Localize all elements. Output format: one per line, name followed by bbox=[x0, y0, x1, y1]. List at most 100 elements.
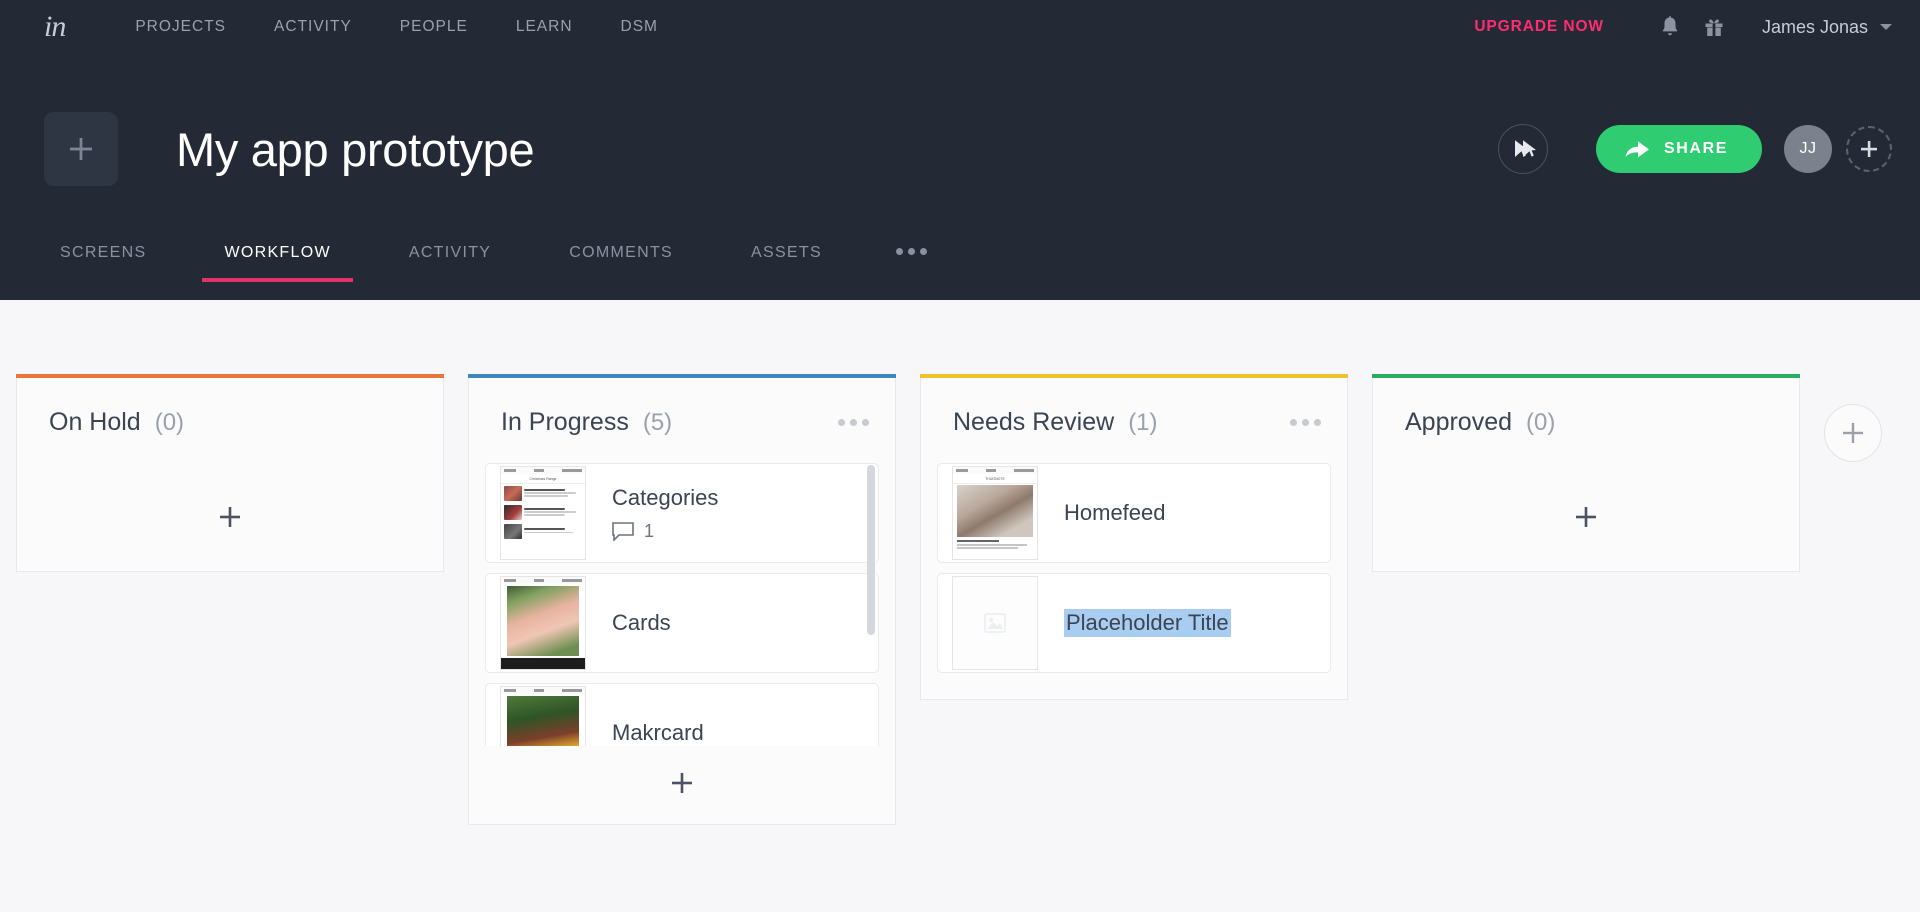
card-title: Categories bbox=[612, 484, 719, 510]
card-content: Categories 1 bbox=[586, 485, 718, 542]
add-screen-button[interactable] bbox=[44, 112, 118, 186]
project-header: My app prototype SHARE JJ bbox=[0, 54, 1920, 244]
phone-status-bar bbox=[501, 577, 585, 584]
card-item[interactable]: Placeholder Title bbox=[937, 573, 1331, 673]
plus-icon bbox=[1843, 423, 1863, 443]
card-item[interactable]: Makrcard bbox=[485, 683, 879, 746]
cards-scrollbar[interactable] bbox=[867, 465, 875, 635]
image-placeholder-icon bbox=[984, 613, 1006, 633]
column-count: (0) bbox=[154, 408, 185, 436]
card-content: Makrcard bbox=[586, 720, 704, 746]
project-header-actions: SHARE JJ bbox=[1497, 124, 1892, 174]
ellipsis-icon bbox=[907, 248, 915, 255]
plus-icon bbox=[220, 507, 240, 527]
column-panel: In Progress (5) Christmas Range Categori… bbox=[468, 378, 896, 825]
card-title: Homefeed bbox=[1064, 500, 1166, 525]
photo-toolbar bbox=[501, 658, 585, 669]
workflow-board: On Hold (0) In Progress (5) Christmas Ra… bbox=[0, 300, 1920, 912]
card-title: Cards bbox=[612, 610, 671, 635]
chevron-down-icon[interactable] bbox=[1880, 24, 1892, 30]
nav-link-people[interactable]: PEOPLE bbox=[376, 18, 492, 36]
column-count: (1) bbox=[1128, 408, 1158, 436]
tab-screens[interactable]: SCREENS bbox=[38, 244, 168, 282]
tabs-more-button[interactable] bbox=[878, 244, 945, 275]
ellipsis-icon bbox=[1314, 419, 1321, 426]
plus-icon bbox=[1861, 141, 1877, 157]
card-thumbnail bbox=[500, 686, 586, 746]
board-column-in-progress: In Progress (5) Christmas Range Categori… bbox=[468, 374, 896, 825]
bell-icon bbox=[1662, 16, 1678, 36]
plus-icon bbox=[70, 138, 92, 160]
caption-block bbox=[953, 538, 1037, 551]
top-nav-links: PROJECTS ACTIVITY PEOPLE LEARN DSM bbox=[111, 18, 682, 36]
nav-link-activity[interactable]: ACTIVITY bbox=[250, 18, 376, 36]
ellipsis-icon bbox=[862, 419, 869, 426]
card-title[interactable]: Placeholder Title bbox=[1064, 609, 1231, 637]
board-column-on-hold: On Hold (0) bbox=[16, 374, 444, 572]
card-item[interactable]: THUONOTE Homefeed bbox=[937, 463, 1331, 563]
ellipsis-icon bbox=[1302, 419, 1309, 426]
photo-preview bbox=[507, 586, 579, 656]
card-content: Cards bbox=[586, 610, 671, 636]
user-menu-name[interactable]: James Jonas bbox=[1762, 17, 1868, 38]
nav-link-projects[interactable]: PROJECTS bbox=[111, 18, 250, 36]
tab-comments[interactable]: COMMENTS bbox=[547, 244, 695, 282]
phone-status-bar bbox=[501, 687, 585, 694]
phone-status-bar bbox=[501, 467, 585, 474]
invision-logo[interactable]: in bbox=[44, 12, 66, 42]
list-item bbox=[501, 522, 585, 541]
upgrade-now-link[interactable]: UPGRADE NOW bbox=[1474, 18, 1604, 36]
add-card-button[interactable] bbox=[469, 746, 895, 824]
card-thumbnail: Christmas Range bbox=[500, 466, 586, 560]
column-body: Christmas Range Categories 1 Cards Makrc… bbox=[469, 463, 895, 746]
add-member-button[interactable] bbox=[1846, 126, 1892, 172]
card-content: Placeholder Title bbox=[1038, 609, 1231, 637]
column-title: On Hold bbox=[49, 408, 141, 436]
add-card-button[interactable] bbox=[1373, 463, 1799, 571]
phone-title-bar: Christmas Range bbox=[501, 474, 585, 484]
avatar[interactable]: JJ bbox=[1784, 125, 1832, 173]
column-menu-button[interactable] bbox=[836, 413, 871, 432]
share-arrow-icon bbox=[1625, 141, 1649, 158]
phone-status-bar bbox=[953, 467, 1037, 474]
photo-preview bbox=[957, 485, 1033, 537]
card-item[interactable]: Christmas Range Categories 1 bbox=[485, 463, 879, 563]
notifications-button[interactable] bbox=[1648, 5, 1692, 49]
column-title: In Progress bbox=[501, 408, 629, 436]
card-thumbnail: THUONOTE bbox=[952, 466, 1038, 560]
column-header: On Hold (0) bbox=[17, 378, 443, 463]
plus-icon bbox=[1576, 507, 1596, 527]
top-nav-right-group: UPGRADE NOW James Jonas bbox=[1474, 5, 1892, 49]
nav-link-learn[interactable]: LEARN bbox=[492, 18, 597, 36]
share-button[interactable]: SHARE bbox=[1595, 125, 1762, 173]
column-title: Needs Review bbox=[953, 408, 1115, 436]
cards-scroll-area: Christmas Range Categories 1 Cards Makrc… bbox=[485, 463, 879, 746]
column-menu-button[interactable] bbox=[1288, 413, 1323, 432]
tab-workflow[interactable]: WORKFLOW bbox=[202, 244, 354, 282]
list-item bbox=[501, 503, 585, 522]
card-content: Homefeed bbox=[1038, 500, 1166, 526]
share-button-label: SHARE bbox=[1663, 140, 1728, 157]
tab-activity[interactable]: ACTIVITY bbox=[387, 244, 513, 282]
card-item[interactable]: Cards bbox=[485, 573, 879, 673]
ellipsis-icon bbox=[919, 248, 927, 255]
ellipsis-icon bbox=[1290, 419, 1297, 426]
add-card-button[interactable] bbox=[17, 463, 443, 571]
add-column-button[interactable] bbox=[1824, 404, 1882, 462]
card-comment-count: 1 bbox=[644, 520, 655, 541]
column-header: In Progress (5) bbox=[469, 378, 895, 463]
column-panel: On Hold (0) bbox=[16, 378, 444, 572]
column-title: Approved bbox=[1405, 408, 1513, 436]
column-panel: Needs Review (1) THUONOTE Homefeed Place… bbox=[920, 378, 1348, 700]
column-body: THUONOTE Homefeed Placeholder Title bbox=[921, 463, 1347, 699]
nav-link-dsm[interactable]: DSM bbox=[597, 18, 682, 36]
comment-icon bbox=[612, 521, 634, 541]
present-mode-button[interactable] bbox=[1497, 124, 1548, 174]
ellipsis-icon bbox=[850, 419, 857, 426]
top-navigation-bar: in PROJECTS ACTIVITY PEOPLE LEARN DSM UP… bbox=[0, 0, 1920, 54]
plus-icon bbox=[672, 773, 692, 793]
ellipsis-icon bbox=[838, 419, 845, 426]
column-count: (0) bbox=[1526, 408, 1556, 436]
tab-assets[interactable]: ASSETS bbox=[729, 244, 844, 282]
gifts-button[interactable] bbox=[1692, 5, 1736, 49]
